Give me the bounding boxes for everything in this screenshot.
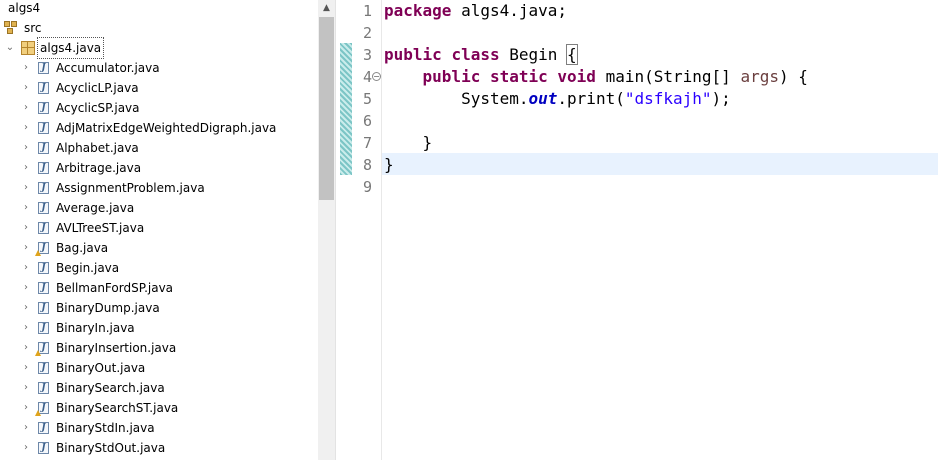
file-label: BinaryOut.java	[56, 361, 146, 375]
file-label: Average.java	[56, 201, 135, 215]
chevron-right-icon[interactable]: ›	[21, 378, 31, 398]
java-file-warning-icon: J	[35, 342, 49, 356]
source-folder-label: src	[24, 21, 42, 35]
file-label: AssignmentProblem.java	[56, 181, 205, 195]
code-line-4: public static void main(String[] args) {	[422, 67, 808, 86]
file-label: Begin.java	[56, 261, 120, 275]
java-file-icon: J	[38, 322, 49, 334]
java-file-icon: J	[38, 222, 49, 234]
chevron-down-icon[interactable]: ⌄	[5, 38, 15, 58]
line-number: 2	[362, 24, 372, 42]
file-label: BinarySearchST.java	[56, 401, 179, 415]
java-file-icon: J	[38, 162, 49, 174]
file-label: AcyclicSP.java	[56, 101, 140, 115]
code-line-7: }	[384, 133, 433, 152]
chevron-right-icon[interactable]: ›	[21, 218, 31, 238]
file-label: Alphabet.java	[56, 141, 139, 155]
line-number: 7	[362, 134, 372, 152]
chevron-right-icon[interactable]: ›	[21, 278, 31, 298]
line-number: 9	[362, 178, 372, 196]
chevron-right-icon[interactable]: ›	[21, 98, 31, 118]
java-file-icon: J	[38, 82, 49, 94]
code-line-3: public class Begin {	[384, 44, 578, 65]
file-label: BinaryStdOut.java	[56, 441, 166, 455]
chevron-right-icon[interactable]: ›	[21, 398, 31, 418]
chevron-right-icon[interactable]: ›	[21, 58, 31, 78]
scroll-up-icon[interactable]: ▲	[318, 0, 335, 17]
file-label: AVLTreeST.java	[56, 221, 145, 235]
java-file-warning-icon: J	[35, 242, 49, 256]
chevron-right-icon[interactable]: ›	[21, 358, 31, 378]
chevron-right-icon[interactable]: ›	[21, 78, 31, 98]
chevron-right-icon[interactable]: ›	[21, 338, 31, 358]
fold-collapse-icon[interactable]: −	[372, 72, 381, 81]
chevron-right-icon[interactable]: ›	[21, 318, 31, 338]
code-line-1: package algs4.java;	[384, 1, 568, 20]
code-line-5: System.out.print("dsfkajh");	[461, 89, 731, 108]
file-label: Accumulator.java	[56, 61, 160, 75]
java-file-icon: J	[38, 302, 49, 314]
file-label: BinaryInsertion.java	[56, 341, 177, 355]
java-file-icon: J	[38, 262, 49, 274]
line-number: 5	[362, 90, 372, 108]
java-file-icon: J	[38, 382, 49, 394]
java-file-icon: J	[38, 442, 49, 454]
line-number: 8	[362, 156, 372, 174]
java-file-icon: J	[38, 362, 49, 374]
java-file-icon: J	[38, 282, 49, 294]
chevron-right-icon[interactable]: ›	[21, 158, 31, 178]
java-file-icon: J	[38, 202, 49, 214]
chevron-right-icon[interactable]: ›	[21, 198, 31, 218]
chevron-right-icon[interactable]: ›	[21, 178, 31, 198]
chevron-right-icon[interactable]: ›	[21, 418, 31, 438]
scrollbar-thumb[interactable]	[319, 17, 334, 200]
file-label: BellmanFordSP.java	[56, 281, 174, 295]
file-label: AdjMatrixEdgeWeightedDigraph.java	[56, 121, 277, 135]
package-icon	[21, 41, 35, 55]
file-label: AcyclicLP.java	[56, 81, 139, 95]
gutter-separator	[381, 0, 382, 460]
source-folder-icon	[4, 21, 19, 35]
project-label: algs4	[8, 1, 41, 15]
java-file-icon: J	[38, 122, 49, 134]
package-explorer: algs4 src ⌄ algs4.java › J Accumulator.jav…	[0, 0, 336, 460]
line-number: 4	[362, 68, 372, 86]
file-label: BinaryStdIn.java	[56, 421, 155, 435]
java-file-icon: J	[38, 142, 49, 154]
chevron-right-icon[interactable]: ›	[21, 258, 31, 278]
chevron-right-icon[interactable]: ›	[21, 138, 31, 158]
chevron-right-icon[interactable]: ›	[21, 298, 31, 318]
file-label: Arbitrage.java	[56, 161, 142, 175]
file-label: BinaryIn.java	[56, 321, 135, 335]
code-line-8: }	[384, 155, 394, 174]
file-label: BinarySearch.java	[56, 381, 165, 395]
line-number: 6	[362, 112, 372, 130]
change-ruler-marker	[340, 43, 352, 175]
java-file-warning-icon: J	[35, 402, 49, 416]
pane-divider[interactable]	[335, 0, 336, 460]
line-number: 3	[362, 46, 372, 64]
java-file-icon: J	[38, 182, 49, 194]
java-file-icon: J	[38, 62, 49, 74]
file-label: BinaryDump.java	[56, 301, 160, 315]
file-label: Bag.java	[56, 241, 109, 255]
current-line-highlight	[382, 153, 938, 175]
package-label: algs4.java	[36, 37, 105, 59]
matching-brace: {	[566, 44, 578, 65]
java-file-icon: J	[38, 102, 49, 114]
explorer-scrollbar[interactable]: ▲	[318, 0, 335, 460]
java-file-icon: J	[38, 422, 49, 434]
chevron-right-icon[interactable]: ›	[21, 438, 31, 458]
line-number: 1	[362, 2, 372, 20]
chevron-right-icon[interactable]: ›	[21, 118, 31, 138]
chevron-right-icon[interactable]: ›	[21, 238, 31, 258]
